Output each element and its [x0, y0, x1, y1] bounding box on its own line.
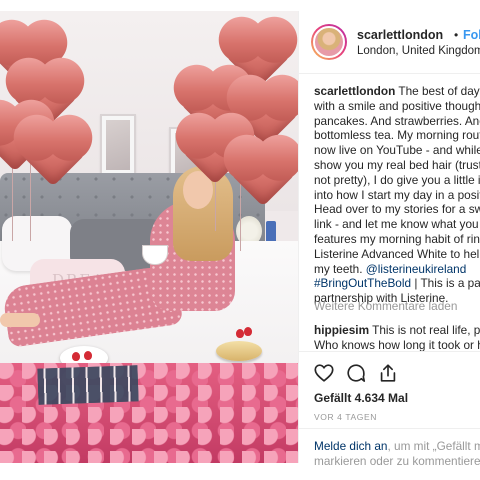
strawberry [236, 329, 244, 338]
login-link[interactable]: Melde dich an [314, 439, 387, 453]
post-photo[interactable]: DREA [0, 11, 298, 463]
instagram-post: DREA [0, 0, 480, 480]
story-ring[interactable] [311, 24, 347, 60]
comment-icon[interactable] [345, 362, 367, 384]
post-header: scarlettlondon • Folgen London, United K… [299, 11, 480, 74]
post-caption: scarlettlondon The best of days s with a… [314, 84, 480, 306]
heart-icon[interactable] [313, 362, 335, 384]
comment: hippiesim This is not real life, peop Wh… [314, 323, 480, 352]
load-more-comments-button[interactable]: Weitere Kommentare laden [314, 299, 457, 313]
avatar[interactable] [313, 26, 345, 58]
login-prompt: Melde dich an, um mit „Gefällt mir marki… [299, 428, 480, 473]
share-icon[interactable] [377, 362, 399, 384]
caption-username[interactable]: scarlettlondon [314, 84, 395, 98]
post-sidebar: scarlettlondon • Folgen London, United K… [298, 11, 480, 472]
person-feet [0, 313, 40, 327]
follow-button[interactable]: Folgen [463, 28, 480, 42]
post-timestamp[interactable]: VOR 4 TAGEN [314, 412, 377, 422]
hashtag-link[interactable]: #BringOutTheBold [314, 276, 411, 290]
action-bar: Gefällt 4.634 Mal VOR 4 TAGEN Melde dich… [299, 351, 480, 472]
comment-username[interactable]: hippiesim [314, 323, 369, 337]
likes-count[interactable]: Gefällt 4.634 Mal [314, 391, 408, 405]
plaid-scarf [37, 365, 139, 405]
post-location[interactable]: London, United Kingdom [357, 45, 480, 57]
separator-dot: • [454, 28, 459, 42]
wall-frame [100, 114, 136, 176]
strawberry [244, 327, 252, 336]
mention-link[interactable]: @listerineukireland [366, 262, 467, 276]
post-username[interactable]: scarlettlondon [357, 28, 443, 42]
pancake-stack [216, 341, 262, 361]
